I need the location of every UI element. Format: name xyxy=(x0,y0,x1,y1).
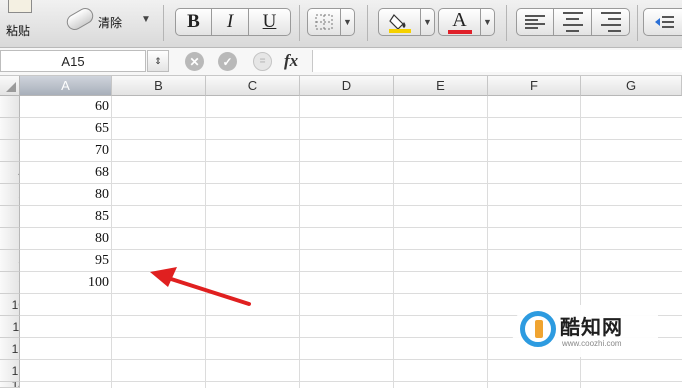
row-header-7[interactable]: 7 xyxy=(0,228,20,250)
gridline xyxy=(20,161,682,162)
column-header-a[interactable]: A xyxy=(20,76,112,96)
site-watermark: 酷知网 www.coozhi.com xyxy=(512,305,658,357)
italic-button[interactable]: I xyxy=(212,8,249,36)
column-header-c[interactable]: C xyxy=(206,76,300,96)
cell-a1[interactable]: 60 xyxy=(21,97,111,117)
name-box-stepper[interactable]: ⇕ xyxy=(147,50,169,72)
toolbar-divider xyxy=(163,5,164,41)
row-header-13[interactable]: 13 xyxy=(0,360,20,382)
gridline xyxy=(20,293,682,294)
cell-a3[interactable]: 70 xyxy=(21,141,111,161)
cell-a6[interactable]: 85 xyxy=(21,207,111,227)
font-color-swatch xyxy=(447,29,472,34)
cell-a8[interactable]: 95 xyxy=(21,251,111,271)
gridline xyxy=(20,271,682,272)
column-header-f[interactable]: F xyxy=(488,76,581,96)
gridline xyxy=(20,205,682,206)
underline-button[interactable]: U xyxy=(249,8,291,36)
outdent-icon xyxy=(655,16,674,28)
select-all-corner[interactable] xyxy=(0,76,20,96)
cancel-icon[interactable]: ✕ xyxy=(185,52,204,71)
cell-a4[interactable]: 68 xyxy=(21,163,111,183)
watermark-url: www.coozhi.com xyxy=(562,339,622,348)
row-header-14[interactable]: 14 xyxy=(0,382,20,388)
paste-icon[interactable] xyxy=(8,0,32,13)
gridline xyxy=(20,139,682,140)
coozhi-logo-icon xyxy=(520,311,556,347)
gridline xyxy=(20,359,682,360)
name-box[interactable]: A15 xyxy=(0,50,146,72)
font-color-letter: A xyxy=(452,8,467,31)
cell-a2[interactable]: 65 xyxy=(21,119,111,139)
cell-a5[interactable]: 80 xyxy=(21,185,111,205)
ribbon-toolbar: 粘贴 清除 ▼ B I U ▼ ▼ A ▼ xyxy=(0,0,682,48)
gridline xyxy=(20,183,682,184)
borders-button[interactable] xyxy=(307,8,341,36)
row-header-12[interactable]: 12 xyxy=(0,338,20,360)
clear-dropdown-arrow[interactable]: ▼ xyxy=(141,14,151,25)
row-header-5[interactable]: 5 xyxy=(0,184,20,206)
align-left-button[interactable] xyxy=(516,8,554,36)
confirm-icon[interactable]: ✓ xyxy=(218,52,237,71)
row-header-6[interactable]: 6 xyxy=(0,206,20,228)
row-header-2[interactable]: 2 xyxy=(0,118,20,140)
font-color-dropdown-arrow[interactable]: ▼ xyxy=(481,8,495,36)
fill-color-button[interactable] xyxy=(378,8,421,36)
row-header-8[interactable]: 8 xyxy=(0,250,20,272)
watermark-title: 酷知网 xyxy=(560,317,623,339)
row-header-9[interactable]: 9 xyxy=(0,272,20,294)
paste-button-label[interactable]: 粘贴 xyxy=(6,22,30,39)
column-header-g[interactable]: G xyxy=(581,76,682,96)
toolbar-divider xyxy=(367,5,368,41)
formula-input[interactable] xyxy=(312,50,682,72)
decrease-indent-button[interactable] xyxy=(643,8,682,36)
row-header-3[interactable]: 3 xyxy=(0,140,20,162)
row-header-1[interactable]: 1 xyxy=(0,96,20,118)
cell-a9[interactable]: 100 xyxy=(21,273,111,293)
borders-dropdown-arrow[interactable]: ▼ xyxy=(341,8,355,36)
formula-bar: A15 ⇕ ✕ ✓ = fx xyxy=(0,48,682,76)
align-center-icon xyxy=(562,10,583,34)
insert-function-button[interactable]: fx xyxy=(284,51,298,71)
row-header-4[interactable]: 4 xyxy=(0,162,20,184)
row-header-11[interactable]: 11 xyxy=(0,316,20,338)
align-center-button[interactable] xyxy=(554,8,592,36)
eraser-icon[interactable] xyxy=(63,5,97,33)
align-left-icon xyxy=(525,13,545,31)
borders-icon xyxy=(315,14,333,30)
toolbar-divider xyxy=(637,5,638,41)
gridline xyxy=(20,249,682,250)
gridline xyxy=(20,117,682,118)
column-header-b[interactable]: B xyxy=(112,76,206,96)
fill-color-dropdown-arrow[interactable]: ▼ xyxy=(421,8,435,36)
align-right-icon xyxy=(600,10,621,34)
row-header-10[interactable]: 10 xyxy=(0,294,20,316)
bold-button[interactable]: B xyxy=(175,8,212,36)
gridline xyxy=(20,381,682,382)
clear-button-label[interactable]: 清除 xyxy=(98,14,122,31)
toolbar-divider xyxy=(299,5,300,41)
gridline xyxy=(20,227,682,228)
function-wizard-icon[interactable]: = xyxy=(253,52,272,71)
toolbar-divider xyxy=(506,5,507,41)
column-header-d[interactable]: D xyxy=(300,76,394,96)
font-color-button[interactable]: A xyxy=(438,8,481,36)
column-header-e[interactable]: E xyxy=(394,76,488,96)
align-right-button[interactable] xyxy=(592,8,630,36)
cell-a7[interactable]: 80 xyxy=(21,229,111,249)
paint-bucket-icon xyxy=(388,14,411,33)
